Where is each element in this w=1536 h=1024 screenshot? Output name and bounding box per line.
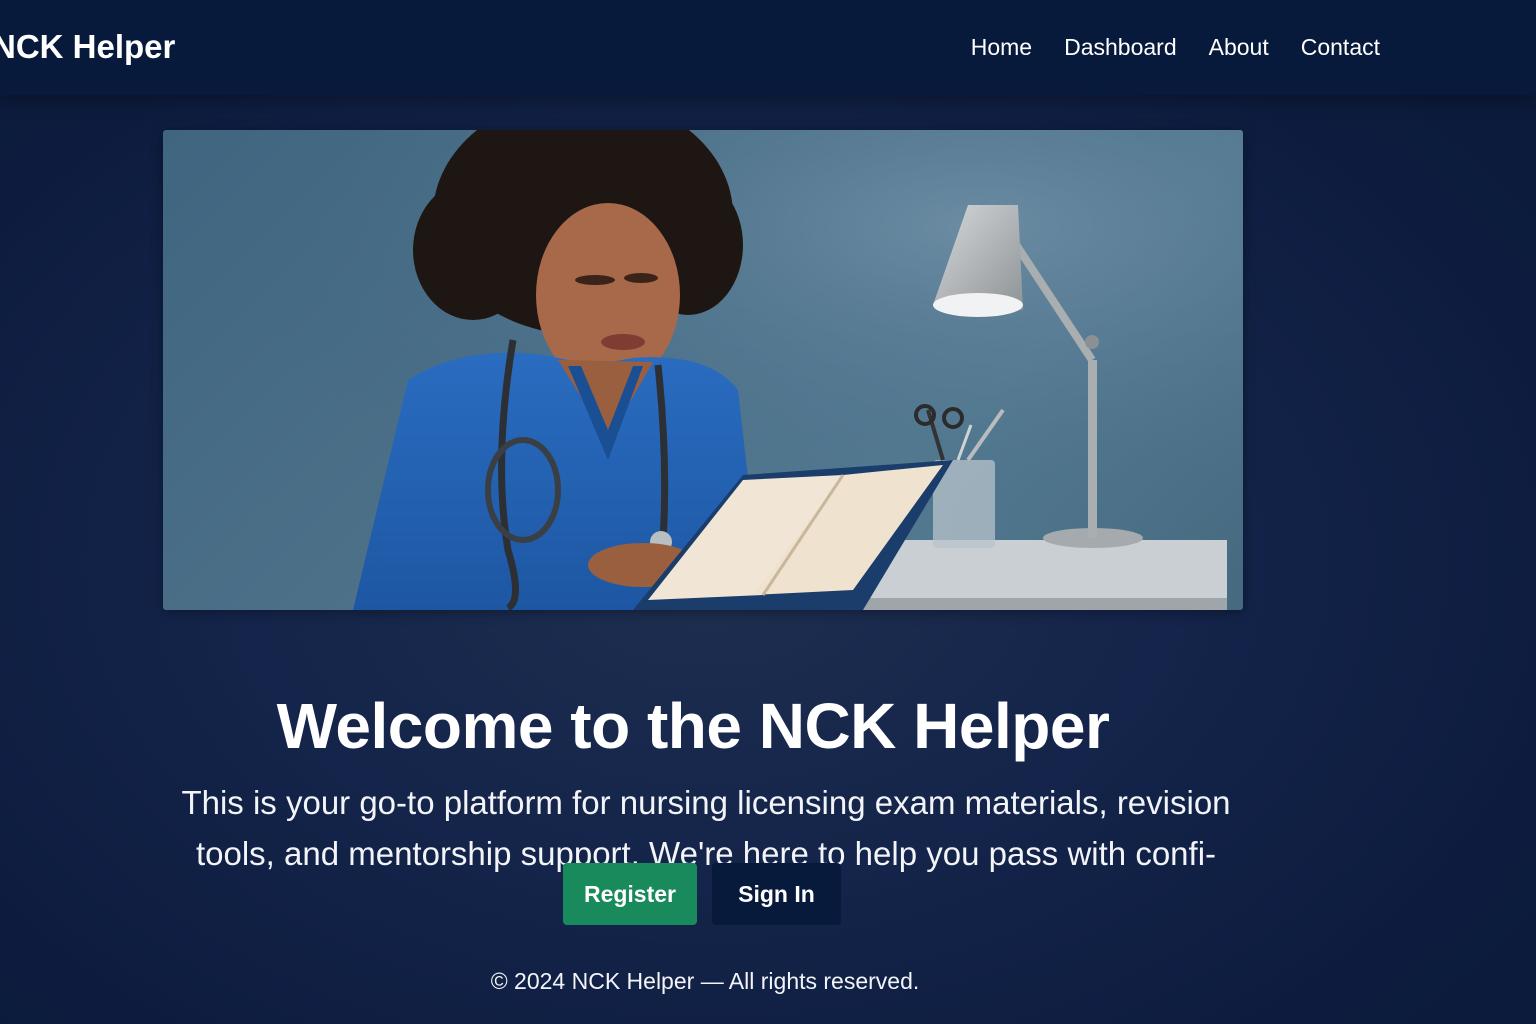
nav-link-dashboard[interactable]: Dashboard	[1064, 34, 1177, 61]
hero-image	[163, 130, 1243, 610]
footer-copyright: © 2024 NCK Helper — All rights reserved.	[490, 968, 920, 994]
nurse-reading-illustration	[163, 130, 1243, 610]
top-navbar: NCK Helper Home Dashboard About Contact	[0, 0, 1536, 95]
hero-headline: Welcome to the NCK Helper	[276, 689, 1110, 762]
nav-link-home[interactable]: Home	[971, 34, 1032, 61]
register-button[interactable]: Register	[563, 863, 697, 925]
hero-tagline: This is your go-to platform for nursing …	[181, 784, 1231, 872]
sign-in-button[interactable]: Sign In	[712, 863, 841, 925]
nav-link-about[interactable]: About	[1209, 34, 1269, 61]
nav-link-contact[interactable]: Contact	[1301, 34, 1380, 61]
brand-logo-text[interactable]: NCK Helper	[0, 28, 175, 66]
nav-links: Home Dashboard About Contact	[971, 34, 1380, 61]
